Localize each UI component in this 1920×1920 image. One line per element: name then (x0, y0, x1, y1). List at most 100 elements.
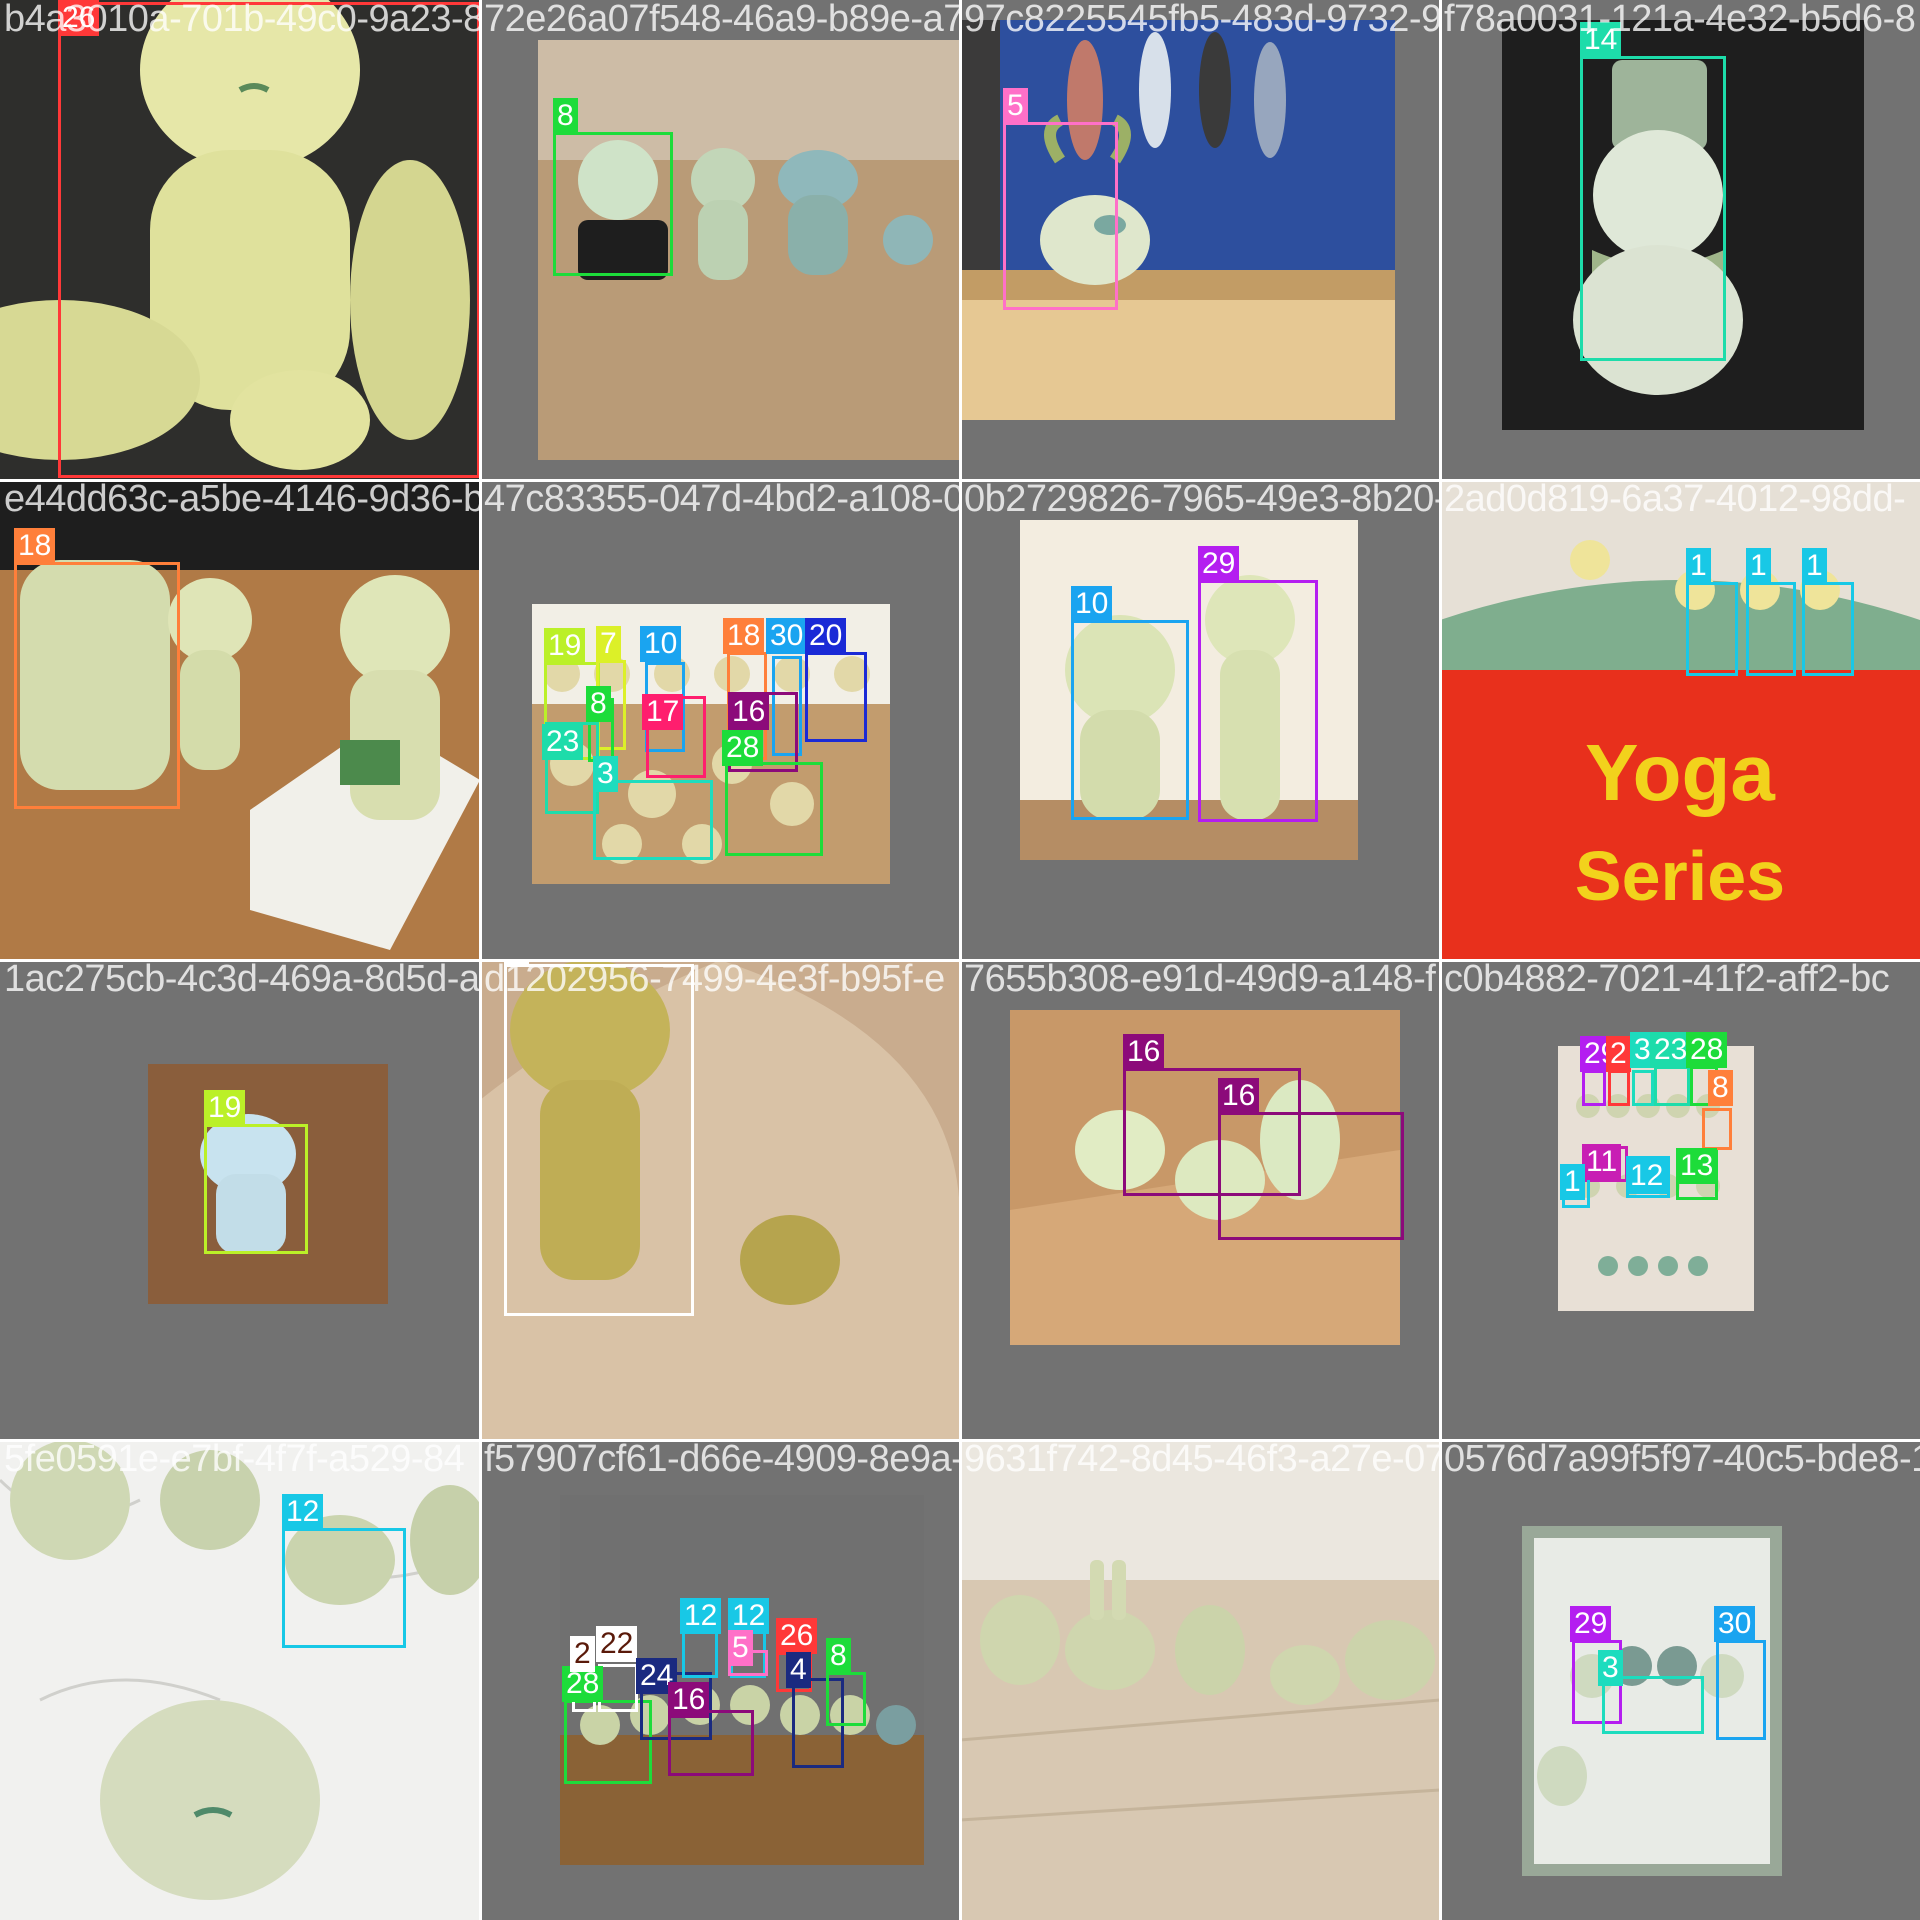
bbox-label: 19 (204, 1090, 246, 1126)
bbox-label: 8 (826, 1638, 851, 1674)
svg-text:Series: Series (1575, 837, 1785, 915)
bbox (1071, 620, 1189, 820)
bbox-label: 2 (570, 1636, 595, 1672)
grid-divider (0, 959, 1920, 962)
mosaic-tile: 10 29 0b2729826-7965-49e3-8b20-0 (960, 480, 1440, 960)
bbox-label: 10 (1071, 586, 1113, 622)
image-filename: c0b4882-7021-41f2-aff2-bc (1444, 960, 1890, 1000)
bbox (1003, 122, 1118, 310)
mosaic-tile: 8 72e26a07f548-46a9-b89e-a7c (480, 0, 960, 480)
bbox-label: 12 (680, 1598, 722, 1634)
image-filename: f57907cf61-d66e-4909-8e9a- (484, 1440, 960, 1480)
bbox (668, 1710, 754, 1776)
image-filename: 47c83355-047d-4bd2-a108-0 (484, 480, 960, 520)
bbox-label: 8 (553, 98, 578, 134)
bbox-label: 5 (728, 1630, 753, 1666)
bbox-label: 29 (1570, 1606, 1612, 1642)
image-filename: 0576d7a99f5f97-40c5-bde8-1 (1444, 1440, 1920, 1480)
bbox-label: 28 (722, 730, 764, 766)
bbox-label: 16 (1123, 1034, 1165, 1070)
bbox-label: 12 (1626, 1158, 1668, 1194)
mosaic-tile: 28 2 22 24 12 12 5 16 26 4 8 f57907cf61-… (480, 1440, 960, 1920)
bbox-label: 11 (1582, 1144, 1622, 1180)
bbox-label: 28 (1686, 1032, 1728, 1068)
bbox-label: 8 (1708, 1070, 1733, 1106)
bbox (1746, 582, 1796, 676)
bbox (1686, 582, 1738, 676)
bbox (598, 1664, 638, 1712)
bbox-label: 22 (596, 1626, 638, 1662)
bbox (1580, 56, 1726, 361)
image-mosaic: 26 b4a3010a-701b-49c0-9a23-8c 8 72e26a07… (0, 0, 1920, 1920)
bbox-label: 1 (1686, 548, 1711, 584)
bbox-label: 1 (1802, 548, 1827, 584)
bbox (682, 1630, 718, 1678)
grid-divider (0, 479, 1920, 482)
bbox (504, 964, 694, 1316)
mosaic-tile: 16 16 7655b308-e91d-49d9-a148-f (960, 960, 1440, 1440)
bbox (564, 1700, 652, 1784)
bbox-label: 12 (282, 1494, 324, 1530)
bbox (1702, 1108, 1732, 1150)
bbox-label: 3 (1598, 1650, 1623, 1686)
svg-text:Yoga: Yoga (1585, 728, 1775, 817)
mosaic-tile: 29 2 3 23 28 8 11 12 13 1 c0b4882-7021-4… (1440, 960, 1920, 1440)
bbox-label: 1 (1746, 548, 1771, 584)
image-filename: 0b2729826-7965-49e3-8b20-0 (964, 480, 1440, 520)
image-filename: 7655b308-e91d-49d9-a148-f (964, 960, 1436, 1000)
bbox (1198, 580, 1318, 822)
bbox (1608, 1070, 1630, 1106)
photo (960, 1440, 1440, 1920)
bbox-label: 4 (786, 1652, 811, 1688)
mosaic-tile: 19 1ac275cb-4c3d-469a-8d5d-a (0, 960, 480, 1440)
bbox-label: 1 (1560, 1164, 1585, 1200)
mosaic-tile: 12 5fe0591e-e7bf-4f7f-a529-84 (0, 1440, 480, 1920)
bbox (553, 132, 673, 276)
bbox (1582, 1070, 1606, 1106)
bbox-label: 17 (642, 694, 684, 730)
bbox (14, 562, 180, 809)
bbox-label: 20 (805, 618, 847, 654)
bbox-label: 16 (1218, 1078, 1260, 1114)
bbox (1716, 1640, 1766, 1740)
bbox-label: 18 (14, 528, 56, 564)
photo: Yoga Series (1440, 480, 1920, 960)
bbox (282, 1528, 406, 1648)
mosaic-tile: 19 7 10 18 30 20 8 17 16 23 28 3 47c8335… (480, 480, 960, 960)
bbox (805, 652, 867, 742)
bbox-label: 30 (1714, 1606, 1756, 1642)
bbox-label: 13 (1676, 1148, 1718, 1184)
grid-divider (0, 1439, 1920, 1442)
bbox-label: 5 (1003, 88, 1028, 124)
bbox-label: 29 (1198, 546, 1240, 582)
image-filename: 72e26a07f548-46a9-b89e-a7c (484, 0, 960, 40)
image-filename: 1ac275cb-4c3d-469a-8d5d-a (4, 960, 480, 1000)
bbox-label: 12 (728, 1598, 770, 1634)
bbox-label: 14 (1580, 22, 1622, 58)
photo (0, 1440, 480, 1920)
bbox-label: 30 (766, 618, 808, 654)
bbox-label: 26 (58, 0, 100, 36)
bbox (826, 1672, 866, 1726)
bbox-label: 18 (723, 618, 765, 654)
bbox-label: 3 (593, 756, 618, 792)
mosaic-tile: Yoga Series 1 1 1 2ad0d819-6a37-4012-98d… (1440, 480, 1920, 960)
bbox-label: 16 (728, 694, 770, 730)
bbox (1632, 1070, 1654, 1106)
mosaic-tile: 26 b4a3010a-701b-49c0-9a23-8c (0, 0, 480, 480)
bbox (58, 2, 480, 478)
mosaic-tile: 18 e44dd63c-a5be-4146-9d36-b (0, 480, 480, 960)
bbox-label: 7 (596, 626, 621, 662)
mosaic-tile: 29 3 30 0576d7a99f5f97-40c5-bde8-1 (1440, 1440, 1920, 1920)
bbox-label: 19 (544, 628, 586, 664)
mosaic-tile: 5 97c8225545fb5-483d-9732-9c (960, 0, 1440, 480)
bbox-label: 16 (668, 1682, 710, 1718)
mosaic-tile: 2 d1202956-7499-4e3f-b95f-e (480, 960, 960, 1440)
bbox (204, 1124, 308, 1254)
mosaic-tile: 14 f78a0031-121a-4e32-b5d6-8 (1440, 0, 1920, 480)
bbox (593, 780, 713, 860)
bbox-label: 26 (776, 1618, 818, 1654)
bbox-label: 8 (586, 686, 611, 722)
bbox-label: 23 (542, 724, 584, 760)
bbox (1802, 582, 1854, 676)
